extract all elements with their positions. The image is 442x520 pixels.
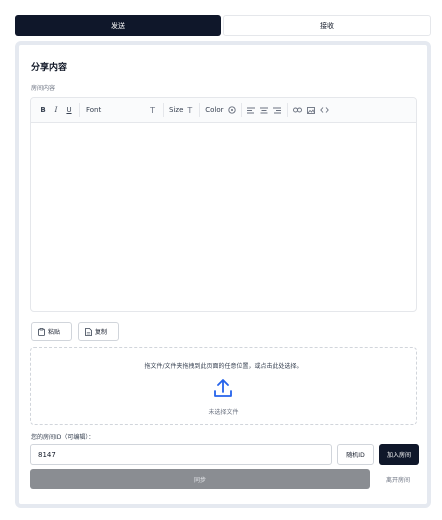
room-id-label: 您的房间ID（可编辑）：: [31, 434, 95, 441]
color-select-label: Color: [205, 106, 224, 114]
tab-receive[interactable]: 接收: [223, 15, 431, 36]
document-icon: [85, 327, 92, 336]
underline-button[interactable]: U: [63, 103, 75, 117]
image-button[interactable]: [305, 103, 317, 117]
sync-button[interactable]: 同步: [30, 469, 370, 489]
font-type-icon: T: [150, 105, 155, 115]
tab-send[interactable]: 发送: [15, 15, 221, 36]
join-room-button[interactable]: 加入房间: [379, 444, 419, 465]
leave-room-button[interactable]: 离开房间: [377, 469, 419, 489]
toolbar-divider: [199, 103, 201, 117]
toolbar-divider: [163, 103, 164, 117]
color-select[interactable]: Color: [203, 103, 237, 117]
size-type-icon: T: [187, 105, 193, 115]
editor-toolbar: B I U Font T Size T Color: [31, 98, 416, 123]
align-center-button[interactable]: [258, 103, 270, 117]
toolbar-divider: [79, 103, 80, 117]
align-left-button[interactable]: [245, 103, 257, 117]
link-button[interactable]: [291, 103, 304, 117]
size-select-label: Size: [169, 106, 184, 114]
palette-icon: [227, 106, 236, 114]
bold-button[interactable]: B: [37, 103, 49, 117]
mode-tabs: 发送 接收: [15, 15, 431, 36]
image-icon: [306, 106, 315, 114]
paste-button[interactable]: 粘贴: [31, 322, 72, 341]
font-select[interactable]: Font T: [83, 103, 158, 117]
room-id-input[interactable]: [30, 444, 332, 465]
room-content-label: 房间内容: [31, 85, 56, 92]
size-select[interactable]: Size T: [167, 103, 194, 117]
font-select-label: Font: [86, 106, 102, 114]
share-card: 分享内容 房间内容 B I U Font T Size T Color 粘贴 复…: [15, 41, 431, 508]
card-title: 分享内容: [31, 63, 68, 73]
italic-button[interactable]: I: [50, 103, 62, 117]
dropzone-instruction: 拖文件/文件夹拖拽到此页面的任意位置，或点击此处选择。: [144, 363, 303, 370]
copy-button-label: 复制: [95, 329, 108, 336]
toolbar-divider: [286, 103, 288, 117]
align-right-button[interactable]: [271, 103, 283, 117]
code-button[interactable]: [318, 103, 331, 117]
align-center-icon: [259, 107, 268, 113]
paste-button-label: 粘贴: [48, 329, 61, 336]
upload-icon: [214, 379, 232, 397]
clipboard-icon: [38, 327, 45, 336]
align-left-icon: [246, 107, 255, 113]
align-right-icon: [272, 107, 281, 113]
code-icon: [319, 107, 329, 113]
toolbar-divider: [240, 103, 242, 117]
dropzone-status: 未选择文件: [208, 409, 239, 416]
file-dropzone[interactable]: 拖文件/文件夹拖拽到此页面的任意位置，或点击此处选择。 未选择文件: [30, 347, 417, 425]
editor-content-area[interactable]: [31, 123, 416, 312]
copy-button[interactable]: 复制: [78, 322, 119, 341]
rich-text-editor: B I U Font T Size T Color: [30, 97, 417, 312]
link-icon: [292, 107, 302, 113]
random-id-button[interactable]: 随机ID: [337, 444, 374, 465]
